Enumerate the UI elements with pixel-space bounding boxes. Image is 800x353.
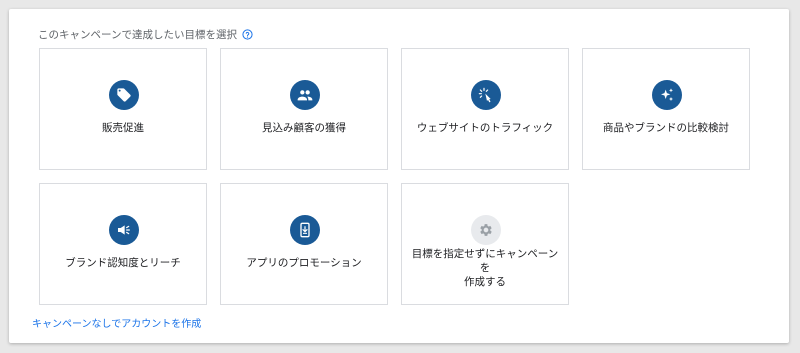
goal-card-no-goal[interactable]: 目標を指定せずにキャンペーンを 作成する [401, 183, 569, 305]
goal-card-sales[interactable]: 販売促進 [39, 48, 207, 170]
gear-icon [471, 215, 501, 245]
goal-card-label: 目標を指定せずにキャンペーンを 作成する [411, 248, 559, 288]
goal-header: このキャンペーンで達成したい目標を選択 [38, 27, 253, 42]
people-icon [290, 80, 320, 110]
goal-card-brand-awareness[interactable]: ブランド認知度とリーチ [39, 183, 207, 305]
help-circle-icon[interactable] [242, 29, 253, 40]
create-account-without-campaign-link[interactable]: キャンペーンなしでアカウントを作成 [32, 315, 201, 330]
tag-icon [109, 80, 139, 110]
goal-card-leads[interactable]: 見込み顧客の獲得 [220, 48, 388, 170]
goal-card-label: 商品やブランドの比較検討 [603, 122, 729, 134]
goal-card-label: ウェブサイトのトラフィック [416, 122, 554, 134]
goal-selection-panel: このキャンペーンで達成したい目標を選択 販売促進 見込み顧客の獲得 ウェブサイト… [9, 9, 789, 343]
megaphone-icon [109, 215, 139, 245]
goal-card-app-promotion[interactable]: アプリのプロモーション [220, 183, 388, 305]
sparkle-icon [652, 80, 682, 110]
goal-header-title: このキャンペーンで達成したい目標を選択 [38, 29, 237, 41]
goal-card-website-traffic[interactable]: ウェブサイトのトラフィック [401, 48, 569, 170]
goal-card-consideration[interactable]: 商品やブランドの比較検討 [582, 48, 750, 170]
cursor-click-icon [471, 80, 501, 110]
goal-card-label: 見込み顧客の獲得 [262, 122, 346, 134]
goal-card-label: 販売促進 [102, 122, 144, 134]
phone-download-icon [290, 215, 320, 245]
goal-card-label: ブランド認知度とリーチ [65, 257, 181, 269]
goal-card-label: アプリのプロモーション [246, 257, 362, 269]
